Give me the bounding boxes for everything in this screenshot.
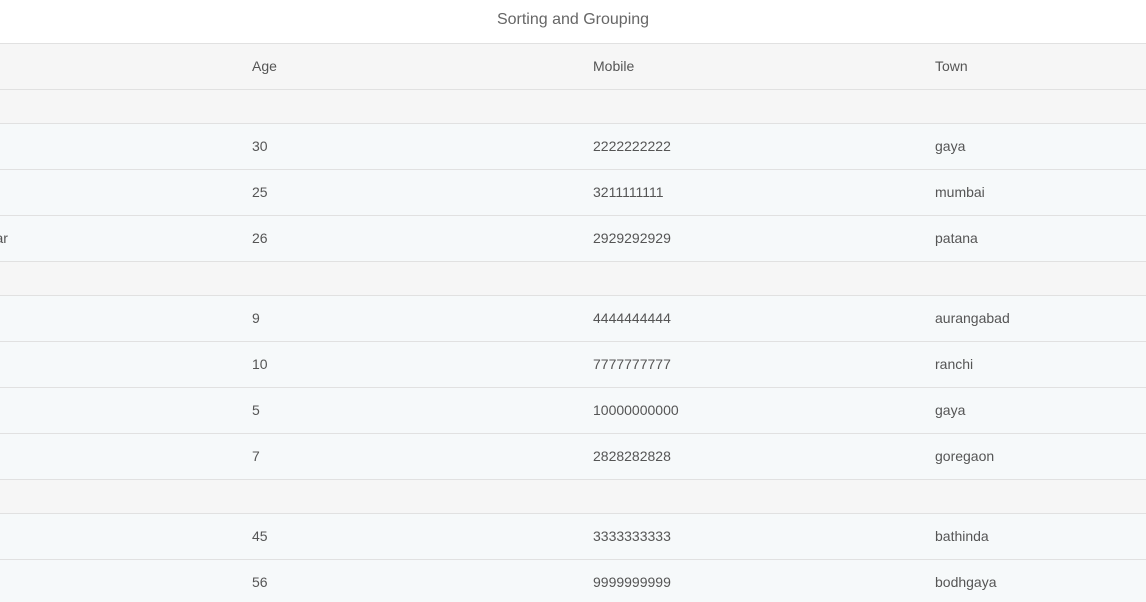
table-row[interactable]: 5 10000000000 gaya <box>0 388 1146 434</box>
group-header-row[interactable] <box>0 90 1146 124</box>
grid-title: Sorting and Grouping <box>0 0 1146 44</box>
cell-age: 7 <box>252 448 260 464</box>
column-header-town[interactable]: Town <box>935 44 968 89</box>
column-header-mobile[interactable]: Mobile <box>593 44 634 89</box>
cell-town: patana <box>935 230 978 246</box>
header-row: Age Mobile Town <box>0 44 1146 90</box>
table-row[interactable]: 56 9999999999 bodhgaya <box>0 560 1146 602</box>
table-row[interactable]: 45 3333333333 bathinda <box>0 514 1146 560</box>
data-grid: Sorting and Grouping Age Mobile Town 30 … <box>0 0 1146 602</box>
cell-town: gaya <box>935 138 966 154</box>
cell-age: 56 <box>252 574 268 590</box>
cell-mobile: 3211111111 <box>593 184 664 200</box>
cell-mobile: 3333333333 <box>593 528 671 544</box>
cell-mobile: 2222222222 <box>593 138 671 154</box>
cell-age: 9 <box>252 310 260 326</box>
cell-mobile: 4444444444 <box>593 310 671 326</box>
cell-age: 25 <box>252 184 268 200</box>
cell-age: 26 <box>252 230 268 246</box>
table-row[interactable]: 9 4444444444 aurangabad <box>0 296 1146 342</box>
table-row[interactable]: 25 3211111111 mumbai <box>0 170 1146 216</box>
cell-mobile: 10000000000 <box>593 402 679 418</box>
cell-mobile: 2828282828 <box>593 448 671 464</box>
cell-town: gaya <box>935 402 966 418</box>
column-header-age[interactable]: Age <box>252 44 277 89</box>
table-row[interactable]: kumar 26 2929292929 patana <box>0 216 1146 262</box>
cell-age: 5 <box>252 402 260 418</box>
cell-mobile: 2929292929 <box>593 230 671 246</box>
group-header-row[interactable] <box>0 262 1146 296</box>
cell-town: ranchi <box>935 356 974 372</box>
cell-town: bodhgaya <box>935 574 997 590</box>
table-row[interactable]: 30 2222222222 gaya <box>0 124 1146 170</box>
cell-town: goregaon <box>935 448 995 464</box>
cell-age: 30 <box>252 138 268 154</box>
cell-town: mumbai <box>935 184 985 200</box>
group-header-row[interactable] <box>0 480 1146 514</box>
cell-age: 10 <box>252 356 268 372</box>
table-row[interactable]: 10 7777777777 ranchi <box>0 342 1146 388</box>
table-row[interactable]: 7 2828282828 goregaon <box>0 434 1146 480</box>
cell-age: 45 <box>252 528 268 544</box>
cell-mobile: 9999999999 <box>593 574 671 590</box>
cell-town: aurangabad <box>935 310 1010 326</box>
cell-town: bathinda <box>935 528 989 544</box>
cell-name: kumar <box>0 230 8 246</box>
cell-mobile: 7777777777 <box>593 356 671 372</box>
